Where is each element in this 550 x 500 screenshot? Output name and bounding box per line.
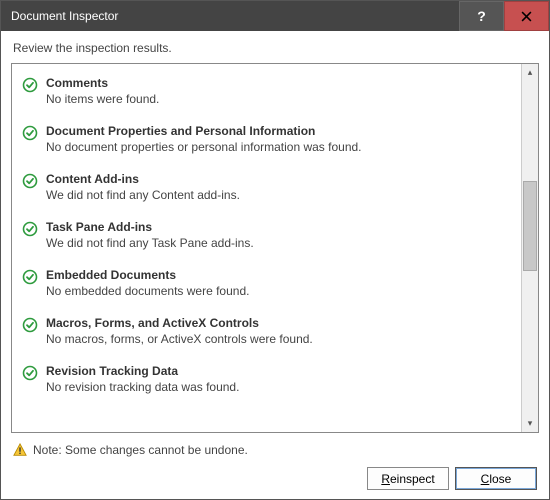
result-title: Macros, Forms, and ActiveX Controls (46, 316, 511, 330)
result-text: Embedded Documents No embedded documents … (46, 268, 511, 298)
close-button[interactable]: Close (455, 467, 537, 490)
result-desc: No embedded documents were found. (46, 284, 511, 298)
result-desc: We did not find any Content add-ins. (46, 188, 511, 202)
result-title: Revision Tracking Data (46, 364, 511, 378)
checkmark-icon (22, 76, 46, 106)
scrollbar-thumb[interactable] (523, 181, 537, 271)
result-item: Revision Tracking Data No revision tracki… (12, 356, 521, 404)
checkmark-icon (22, 364, 46, 394)
note-row: Note: Some changes cannot be undone. (13, 443, 537, 457)
scroll-up-arrow-icon[interactable]: ▴ (522, 64, 538, 81)
window-title: Document Inspector (11, 9, 459, 23)
result-title: Embedded Documents (46, 268, 511, 282)
result-item: Content Add-ins We did not find any Conte… (12, 164, 521, 212)
footer: Note: Some changes cannot be undone. Rei… (1, 433, 549, 500)
subheader-text: Review the inspection results. (1, 31, 549, 63)
result-desc: We did not find any Task Pane add-ins. (46, 236, 511, 250)
result-desc: No items were found. (46, 92, 511, 106)
checkmark-icon (22, 316, 46, 346)
checkmark-icon (22, 268, 46, 298)
result-text: Content Add-ins We did not find any Conte… (46, 172, 511, 202)
result-text: Comments No items were found. (46, 76, 511, 106)
checkmark-icon (22, 220, 46, 250)
results-panel: Comments No items were found. Document Pro… (11, 63, 539, 433)
close-icon (521, 11, 532, 22)
result-title: Document Properties and Personal Informa… (46, 124, 511, 138)
result-title: Content Add-ins (46, 172, 511, 186)
result-desc: No revision tracking data was found. (46, 380, 511, 394)
help-button[interactable]: ? (459, 1, 504, 31)
result-text: Macros, Forms, and ActiveX Controls No ma… (46, 316, 511, 346)
result-item: Task Pane Add-ins We did not find any Tas… (12, 212, 521, 260)
button-row: Reinspect Close (13, 467, 537, 500)
note-text: Note: Some changes cannot be undone. (33, 443, 248, 457)
titlebar: Document Inspector ? (1, 1, 549, 31)
result-title: Task Pane Add-ins (46, 220, 511, 234)
result-item: Comments No items were found. (12, 68, 521, 116)
warning-icon (13, 443, 27, 457)
result-text: Task Pane Add-ins We did not find any Tas… (46, 220, 511, 250)
scrollbar-track[interactable] (522, 81, 538, 415)
result-item: Document Properties and Personal Informa… (12, 116, 521, 164)
result-title: Comments (46, 76, 511, 90)
reinspect-button[interactable]: Reinspect (367, 467, 449, 490)
scroll-down-arrow-icon[interactable]: ▾ (522, 415, 538, 432)
result-item: Embedded Documents No embedded documents … (12, 260, 521, 308)
results-list: Comments No items were found. Document Pro… (12, 64, 521, 432)
close-window-button[interactable] (504, 1, 549, 31)
result-item: Macros, Forms, and ActiveX Controls No ma… (12, 308, 521, 356)
result-desc: No document properties or personal infor… (46, 140, 511, 154)
result-text: Document Properties and Personal Informa… (46, 124, 511, 154)
result-desc: No macros, forms, or ActiveX controls we… (46, 332, 511, 346)
checkmark-icon (22, 124, 46, 154)
result-text: Revision Tracking Data No revision tracki… (46, 364, 511, 394)
scrollbar[interactable]: ▴ ▾ (521, 64, 538, 432)
checkmark-icon (22, 172, 46, 202)
